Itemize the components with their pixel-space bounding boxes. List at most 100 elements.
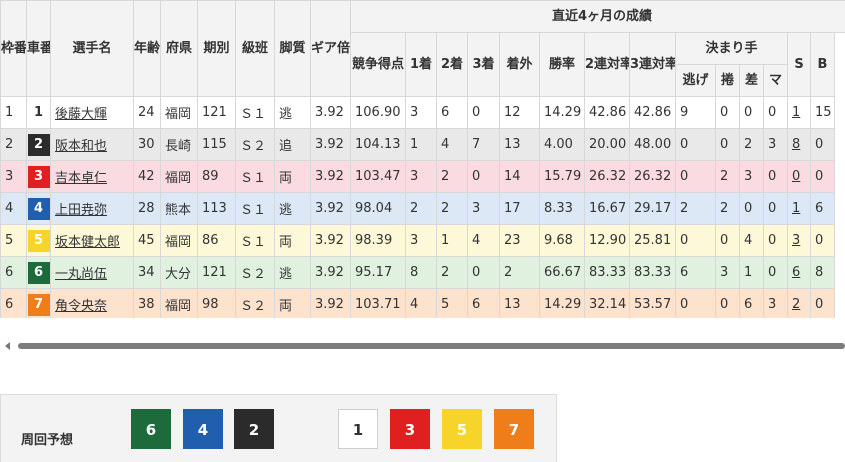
ma-cell: 0 [763, 96, 788, 129]
second-cell: 5 [436, 288, 468, 318]
header-win-rate: 勝率 [539, 32, 585, 97]
makuri-cell: 2 [715, 192, 740, 225]
b-cell: 0 [810, 288, 835, 318]
racer-name-cell[interactable]: 後藤大輝 [50, 96, 134, 129]
win-rate-cell: 66.67 [539, 256, 585, 289]
header-kimarite: 決まり手 [675, 32, 788, 65]
third-cell: 4 [467, 224, 500, 257]
gear-cell: 3.92 [310, 96, 351, 129]
s-link[interactable]: 1 [792, 201, 800, 216]
sashi-cell: 0 [739, 96, 764, 129]
prediction-car-box: 6 [131, 409, 171, 449]
s-cell[interactable]: 1 [787, 96, 811, 129]
racer-name-link[interactable]: 吉本卓仁 [55, 171, 107, 186]
s-link[interactable]: 3 [792, 233, 800, 248]
ma-cell: 0 [763, 224, 788, 257]
prediction-car-box: 7 [494, 409, 534, 449]
header-ma: マ [763, 64, 788, 97]
b-cell: 15 [810, 96, 835, 129]
pref-cell: 大分 [160, 256, 198, 289]
car-number-cell: 2 [26, 128, 51, 161]
class-cell: Ｓ２ [235, 288, 275, 318]
second-cell: 2 [436, 160, 468, 193]
makuri-cell: 0 [715, 224, 740, 257]
racer-name-link[interactable]: 阪本和也 [55, 139, 107, 154]
waku-cell: 1 [0, 96, 27, 129]
gear-cell: 3.92 [310, 192, 351, 225]
racer-name-cell[interactable]: 坂本健太郎 [50, 224, 134, 257]
ma-cell: 3 [763, 128, 788, 161]
top3-cell: 26.32 [629, 160, 676, 193]
win-rate-cell: 14.29 [539, 96, 585, 129]
third-cell: 0 [467, 160, 500, 193]
s-cell[interactable]: 1 [787, 192, 811, 225]
third-cell: 0 [467, 96, 500, 129]
racer-name-link[interactable]: 角令央奈 [55, 299, 107, 314]
racer-name-link[interactable]: 坂本健太郎 [55, 235, 120, 250]
racer-name-link[interactable]: 一丸尚伍 [55, 267, 107, 282]
second-cell: 6 [436, 96, 468, 129]
out-cell: 2 [499, 256, 540, 289]
racer-name-cell[interactable]: 阪本和也 [50, 128, 134, 161]
s-link[interactable]: 8 [792, 137, 800, 152]
age-cell: 24 [133, 96, 161, 129]
header-first: 1着 [405, 32, 437, 97]
scroll-left-arrow-icon[interactable] [5, 342, 10, 350]
racer-name-cell[interactable]: 角令央奈 [50, 288, 134, 318]
s-cell[interactable]: 8 [787, 128, 811, 161]
top3-cell: 25.81 [629, 224, 676, 257]
racer-name-cell[interactable]: 吉本卓仁 [50, 160, 134, 193]
age-cell: 42 [133, 160, 161, 193]
second-cell: 2 [436, 192, 468, 225]
term-cell: 86 [197, 224, 236, 257]
s-link[interactable]: 6 [792, 265, 800, 280]
racer-name-link[interactable]: 後藤大輝 [55, 107, 107, 122]
car-number-cell: 4 [26, 192, 51, 225]
car-number-cell: 7 [26, 288, 51, 318]
table-row: 2 2 阪本和也 30 長崎 115 Ｓ２ 追 3.92 104.13 1 4 … [0, 128, 845, 161]
scrollbar-thumb[interactable] [18, 343, 845, 349]
top2-cell: 42.86 [584, 96, 630, 129]
ma-cell: 0 [763, 192, 788, 225]
score-cell: 98.04 [350, 192, 406, 225]
nige-cell: 0 [675, 160, 716, 193]
car-number-cell: 1 [26, 96, 51, 129]
racer-name-cell[interactable]: 上田尭弥 [50, 192, 134, 225]
third-cell: 7 [467, 128, 500, 161]
first-cell: 8 [405, 256, 437, 289]
gear-cell: 3.92 [310, 160, 351, 193]
top2-cell: 16.67 [584, 192, 630, 225]
gear-cell: 3.92 [310, 288, 351, 318]
s-cell[interactable]: 3 [787, 224, 811, 257]
term-cell: 121 [197, 256, 236, 289]
top2-cell: 26.32 [584, 160, 630, 193]
ma-cell: 3 [763, 288, 788, 318]
table-row: 6 7 角令央奈 38 福岡 98 Ｓ２ 両 3.92 103.71 4 5 6… [0, 288, 845, 318]
header-s: S [787, 32, 811, 97]
score-cell: 106.90 [350, 96, 406, 129]
pref-cell: 福岡 [160, 224, 198, 257]
top2-cell: 32.14 [584, 288, 630, 318]
out-cell: 12 [499, 96, 540, 129]
b-cell: 0 [810, 128, 835, 161]
s-cell[interactable]: 0 [787, 160, 811, 193]
class-cell: Ｓ１ [235, 96, 275, 129]
s-link[interactable]: 1 [792, 105, 800, 120]
horizontal-scrollbar[interactable] [0, 338, 845, 354]
s-cell[interactable]: 2 [787, 288, 811, 318]
sashi-cell: 1 [739, 256, 764, 289]
waku-cell: 2 [0, 128, 27, 161]
top3-cell: 53.57 [629, 288, 676, 318]
car-number-cell: 5 [26, 224, 51, 257]
s-link[interactable]: 0 [792, 169, 800, 184]
racer-name-link[interactable]: 上田尭弥 [55, 203, 107, 218]
s-link[interactable]: 2 [792, 297, 800, 312]
racer-name-cell[interactable]: 一丸尚伍 [50, 256, 134, 289]
pref-cell: 熊本 [160, 192, 198, 225]
header-sha: 車番 [26, 0, 51, 97]
s-cell[interactable]: 6 [787, 256, 811, 289]
prediction-car-box: 1 [338, 409, 378, 449]
waku-cell: 5 [0, 224, 27, 257]
third-cell: 0 [467, 256, 500, 289]
table-row: 3 3 吉本卓仁 42 福岡 89 Ｓ１ 両 3.92 103.47 3 2 0… [0, 160, 845, 193]
